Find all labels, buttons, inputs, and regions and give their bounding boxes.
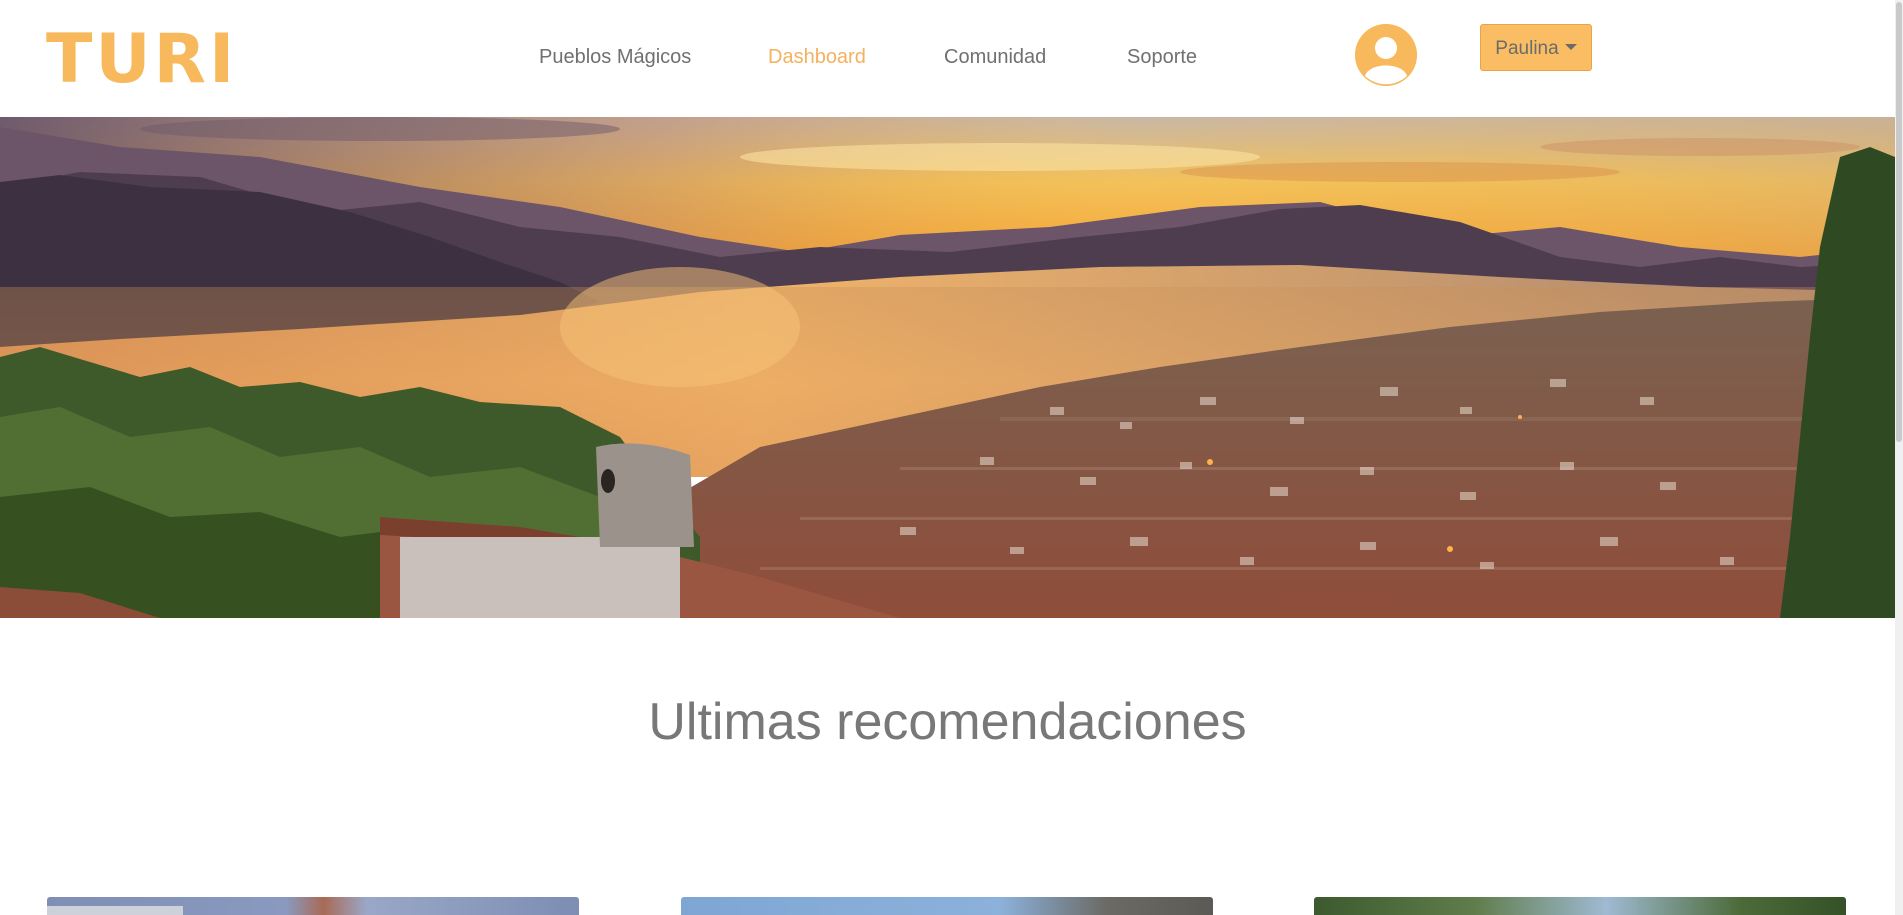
user-avatar-icon[interactable] <box>1355 24 1417 86</box>
top-navbar: TURI Pueblos Mágicos Dashboard Comunidad… <box>0 0 1895 117</box>
scrollbar-thumb[interactable] <box>1896 2 1902 442</box>
hero-banner-image <box>0 117 1895 618</box>
nav-link-pueblos-magicos[interactable]: Pueblos Mágicos <box>539 44 691 70</box>
nav-link-dashboard[interactable]: Dashboard <box>768 44 866 70</box>
user-menu-button[interactable]: Paulina <box>1480 24 1592 71</box>
recommendation-card-garden[interactable] <box>1314 897 1846 915</box>
recommendation-card-street[interactable] <box>681 897 1213 915</box>
nav-link-soporte[interactable]: Soporte <box>1127 44 1197 70</box>
page-scrollbar[interactable] <box>1895 0 1903 915</box>
nav-link-comunidad[interactable]: Comunidad <box>944 44 1046 70</box>
recommendations-title: Ultimas recomendaciones <box>648 693 1247 751</box>
recommendation-card-church[interactable] <box>47 897 579 915</box>
user-name-label: Paulina <box>1495 38 1559 59</box>
card-label-strip <box>47 906 183 915</box>
turi-logo[interactable]: TURI <box>46 22 237 98</box>
caret-down-icon <box>1564 44 1577 50</box>
